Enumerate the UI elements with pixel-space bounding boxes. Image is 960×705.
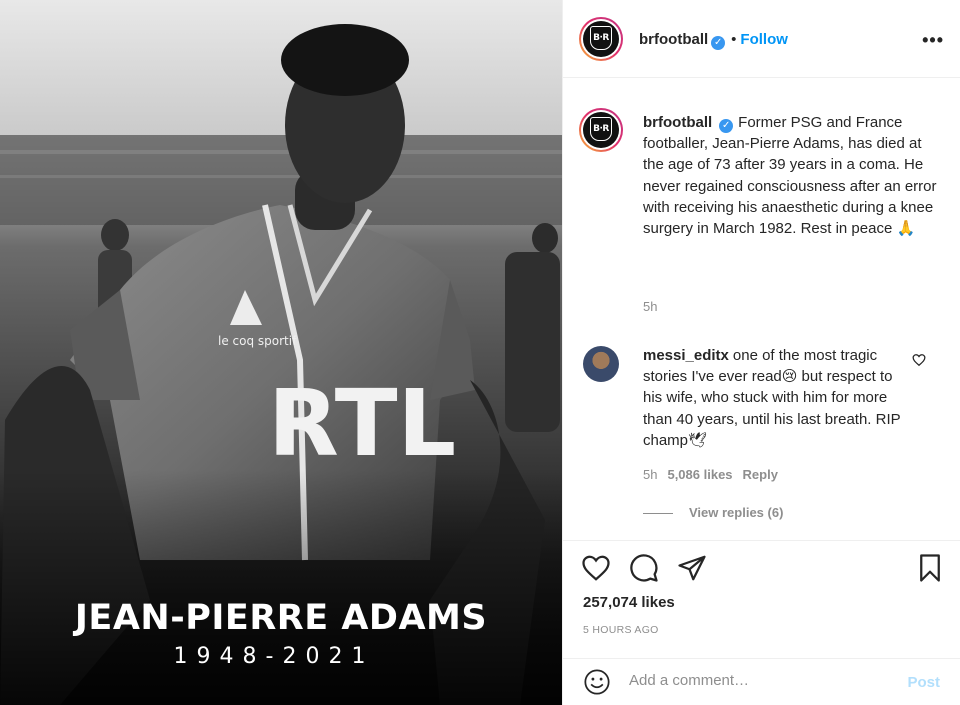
share-icon[interactable]	[677, 553, 707, 583]
comment-meta: 5h 5,086 likes Reply	[643, 467, 778, 482]
post-image[interactable]: le coq sportif RTL JEAN-PIERRE ADAMS 194…	[0, 0, 562, 705]
comment-body: messi_editx one of the most tragic storie…	[643, 345, 903, 451]
post-side-panel: B·R brfootball ✓ • Follow ••• B·R brfootbal…	[562, 0, 960, 705]
header-user: brfootball ✓ • Follow	[639, 31, 788, 50]
shirt-brand-text: le coq sportif	[218, 334, 297, 348]
profile-avatar[interactable]: B·R	[579, 17, 623, 61]
post-caption: brfootball ✓ Former PSG and France footbal…	[643, 112, 943, 239]
comment-like-heart-icon[interactable]	[912, 353, 926, 367]
header-separator: •	[731, 31, 737, 48]
br-logo-icon: B·R	[590, 116, 612, 141]
post-comment-button[interactable]: Post	[907, 674, 940, 691]
caption-text: Former PSG and France footballer, Jean-P…	[643, 114, 937, 238]
verified-badge-icon: ✓	[711, 36, 726, 50]
comment-icon[interactable]	[629, 553, 659, 583]
heart-icon[interactable]	[581, 553, 611, 583]
post-header: B·R brfootball ✓ • Follow •••	[563, 0, 960, 78]
caption-username[interactable]: brfootball	[643, 114, 712, 131]
caption-avatar[interactable]: B·R	[579, 108, 623, 152]
header-username[interactable]: brfootball	[639, 31, 708, 48]
post-timestamp[interactable]: 5 HOURS AGO	[583, 624, 659, 636]
overlay-player-name: JEAN-PIERRE ADAMS	[74, 598, 488, 638]
comment-age[interactable]: 5h	[643, 467, 657, 482]
bookmark-icon[interactable]	[915, 553, 945, 583]
add-comment-input[interactable]	[629, 672, 889, 689]
post-actions: 257,074 likes 5 HOURS AGO	[563, 540, 960, 650]
follow-button[interactable]: Follow	[740, 31, 788, 48]
comment-reply-button[interactable]: Reply	[743, 467, 778, 482]
commenter-avatar[interactable]	[583, 346, 619, 382]
comment-likes[interactable]: 5,086 likes	[667, 467, 732, 482]
comments-section: B·R brfootball ✓ Former PSG and France foo…	[563, 79, 960, 539]
comment-username[interactable]: messi_editx	[643, 347, 729, 364]
overlay-player-years: 1948-2021	[173, 644, 375, 669]
br-logo-icon: B·R	[590, 25, 612, 50]
more-options-icon[interactable]: •••	[922, 30, 944, 51]
replies-divider	[643, 513, 673, 515]
emoji-icon[interactable]	[583, 668, 611, 696]
view-replies-label: View replies (6)	[689, 505, 784, 520]
post-likes-count[interactable]: 257,074 likes	[583, 594, 675, 611]
view-replies-button[interactable]: View replies (6)	[643, 505, 783, 520]
verified-badge-icon: ✓	[719, 119, 734, 133]
shirt-sponsor-text: RTL	[268, 370, 456, 477]
caption-age[interactable]: 5h	[643, 299, 657, 314]
add-comment-bar: Post	[563, 658, 960, 705]
